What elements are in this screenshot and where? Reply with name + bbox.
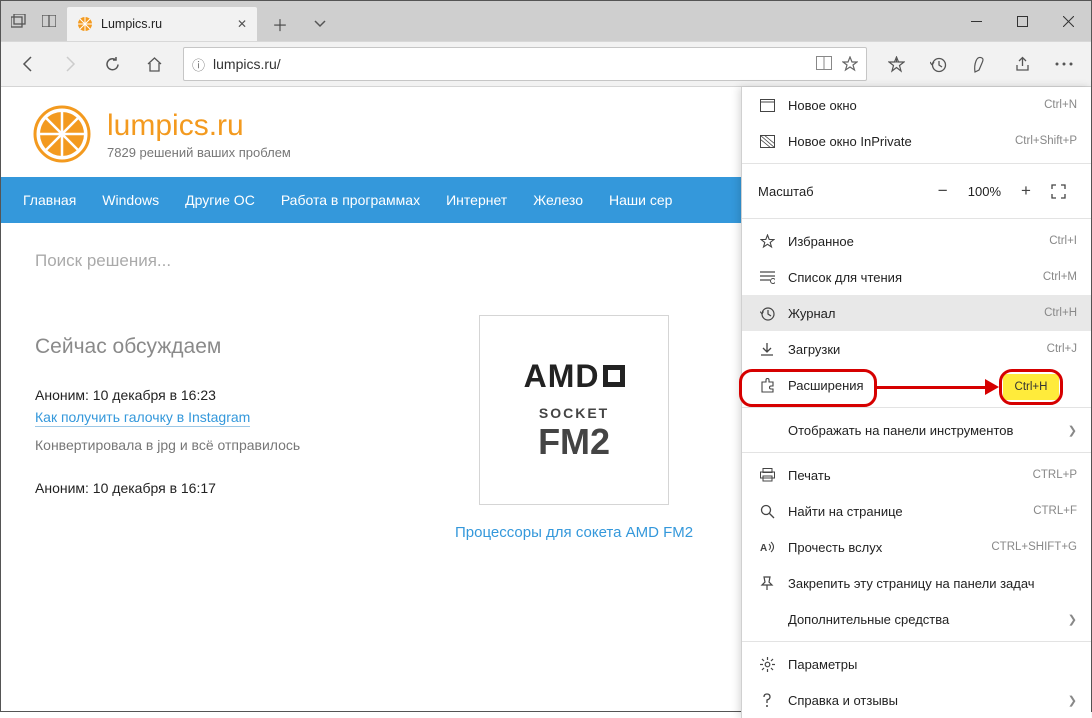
extensions-icon [758, 378, 776, 393]
post-author: Аноним: 10 декабря в 16:23 [35, 387, 355, 403]
nav-item[interactable]: Наши сер [609, 192, 672, 208]
pin-icon [758, 576, 776, 591]
menu-pin-taskbar[interactable]: Закрепить эту страницу на панели задач [742, 565, 1091, 601]
search-icon [758, 504, 776, 519]
new-tab-button[interactable]: ＋ [263, 12, 297, 36]
svg-text:A: A [760, 543, 767, 554]
browser-toolbar: ⓘ lumpics.ru/ [1, 41, 1091, 87]
menu-settings[interactable]: Параметры [742, 646, 1091, 682]
annotation-arrow [877, 385, 999, 391]
site-logo-icon [33, 105, 91, 163]
menu-print[interactable]: Печать CTRL+P [742, 457, 1091, 493]
address-bar[interactable]: ⓘ lumpics.ru/ [183, 47, 867, 81]
site-tagline: 7829 решений ваших проблем [107, 145, 291, 160]
settings-menu-button[interactable] [1045, 45, 1083, 83]
menu-show-toolbar[interactable]: Отображать на панели инструментов ❯ [742, 412, 1091, 448]
home-button[interactable] [135, 45, 173, 83]
forward-button[interactable] [51, 45, 89, 83]
nav-item[interactable]: Windows [102, 192, 159, 208]
print-icon [758, 468, 776, 482]
url-text: lumpics.ru/ [213, 56, 808, 72]
shortcut-highlight: Ctrl+H [1003, 374, 1059, 400]
favorites-hub-icon[interactable] [877, 45, 915, 83]
tab-overflow-icon[interactable] [303, 20, 337, 28]
nav-item[interactable]: Железо [533, 192, 583, 208]
zoom-in-button[interactable]: + [1013, 181, 1039, 201]
amd-thumbnail[interactable]: AMD SOCKET FM2 [479, 315, 669, 505]
menu-more-tools[interactable]: Дополнительные средства ❯ [742, 601, 1091, 637]
menu-help[interactable]: Справка и отзывы ❯ [742, 682, 1091, 718]
browser-tab[interactable]: Lumpics.ru ✕ [67, 7, 257, 41]
nav-item[interactable]: Работа в программах [281, 192, 420, 208]
settings-menu: Новое окно Ctrl+N Новое окно InPrivate C… [741, 87, 1091, 718]
chevron-right-icon: ❯ [1068, 694, 1077, 707]
inprivate-icon [758, 135, 776, 148]
window-titlebar: Lumpics.ru ✕ ＋ [1, 1, 1091, 41]
menu-reading-list[interactable]: Список для чтения Ctrl+M [742, 259, 1091, 295]
post-link[interactable]: Как получить галочку в Instagram [35, 409, 250, 427]
minimize-button[interactable] [953, 1, 999, 41]
reading-list-icon [758, 271, 776, 284]
favicon-icon [77, 16, 93, 32]
chevron-right-icon: ❯ [1068, 424, 1077, 437]
back-button[interactable] [9, 45, 47, 83]
menu-downloads[interactable]: Загрузки Ctrl+J [742, 331, 1091, 367]
reading-view-icon[interactable] [816, 56, 832, 72]
menu-inprivate[interactable]: Новое окно InPrivate Ctrl+Shift+P [742, 123, 1091, 159]
zoom-value: 100% [968, 184, 1001, 199]
gear-icon [758, 657, 776, 672]
fullscreen-icon[interactable] [1051, 184, 1077, 199]
read-aloud-icon: A [758, 540, 776, 554]
tab-title: Lumpics.ru [101, 17, 229, 31]
panel-icon[interactable] [37, 9, 61, 33]
post-author: Аноним: 10 декабря в 16:17 [35, 480, 355, 496]
cascade-icon[interactable] [7, 9, 31, 33]
menu-favorites[interactable]: Избранное Ctrl+I [742, 223, 1091, 259]
refresh-button[interactable] [93, 45, 131, 83]
help-icon [758, 693, 776, 708]
download-icon [758, 342, 776, 357]
menu-read-aloud[interactable]: A Прочесть вслух CTRL+SHIFT+G [742, 529, 1091, 565]
post-body: Конвертировала в jpg и всё отправилось [35, 435, 355, 456]
article-link[interactable]: Процессоры для сокета AMD FM2 [455, 521, 693, 545]
nav-item[interactable]: Интернет [446, 192, 507, 208]
menu-history[interactable]: Журнал Ctrl+H [742, 295, 1091, 331]
info-icon[interactable]: ⓘ [192, 55, 205, 74]
notes-icon[interactable] [961, 45, 999, 83]
window-icon [758, 99, 776, 112]
maximize-button[interactable] [999, 1, 1045, 41]
history-hub-icon[interactable] [919, 45, 957, 83]
site-title: lumpics.ru [107, 109, 291, 143]
close-window-button[interactable] [1045, 1, 1091, 41]
tab-close-icon[interactable]: ✕ [237, 17, 247, 31]
discuss-heading: Сейчас обсуждаем [35, 335, 355, 359]
nav-item[interactable]: Другие ОС [185, 192, 255, 208]
history-icon [758, 306, 776, 321]
chevron-right-icon: ❯ [1068, 613, 1077, 626]
star-icon [758, 234, 776, 249]
favorite-star-icon[interactable] [842, 56, 858, 72]
nav-item[interactable]: Главная [23, 192, 76, 208]
menu-find[interactable]: Найти на странице CTRL+F [742, 493, 1091, 529]
share-icon[interactable] [1003, 45, 1041, 83]
menu-zoom: Масштаб − 100% + [742, 168, 1091, 214]
menu-new-window[interactable]: Новое окно Ctrl+N [742, 87, 1091, 123]
zoom-out-button[interactable]: − [930, 181, 956, 201]
